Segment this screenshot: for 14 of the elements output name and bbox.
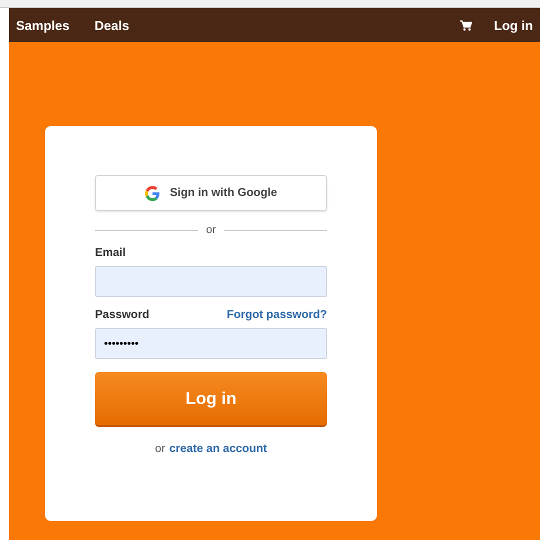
signup-prefix: or	[154, 443, 166, 455]
create-account-link[interactable]: create an account	[169, 443, 268, 455]
google-icon	[144, 186, 160, 200]
login-link[interactable]: Log in	[494, 18, 533, 32]
google-signin-button[interactable]: Sign in with Google	[95, 175, 327, 211]
nav-link[interactable]: Samples	[16, 18, 70, 32]
email-label: Email	[95, 247, 127, 259]
cart-icon[interactable]	[460, 20, 472, 30]
forgot-password-link[interactable]: Forgot password?	[226, 309, 327, 321]
password-label: Password	[95, 309, 150, 321]
nav-link[interactable]: Deals	[94, 18, 130, 32]
divider-text: or	[206, 224, 216, 236]
email-field[interactable]	[95, 266, 327, 297]
password-field[interactable]: •••••••••	[95, 328, 327, 359]
